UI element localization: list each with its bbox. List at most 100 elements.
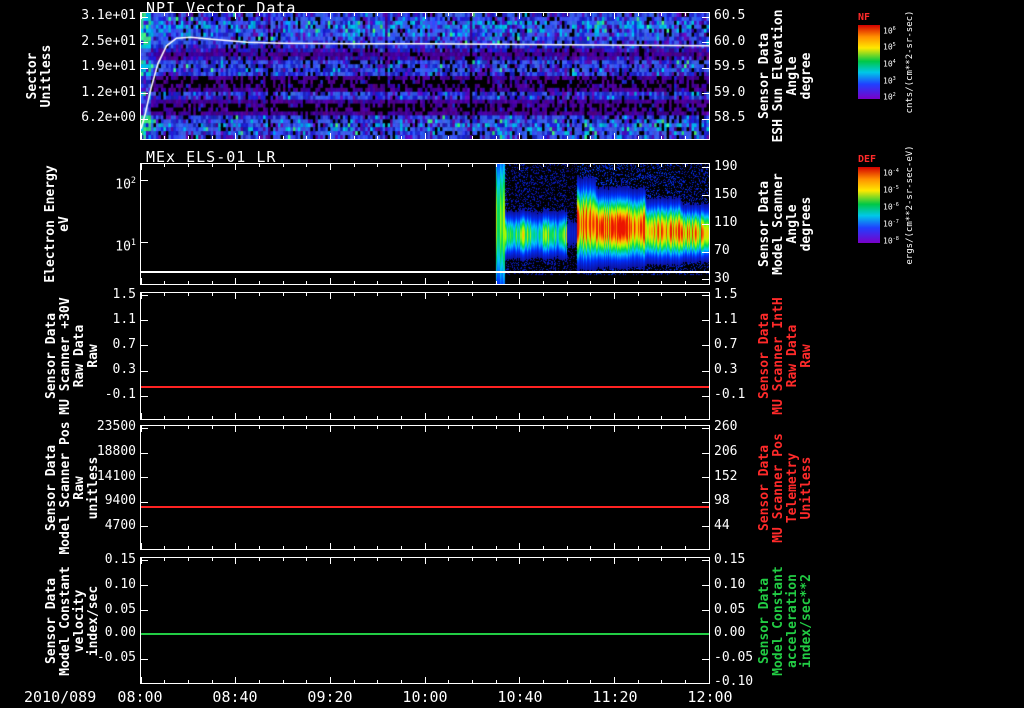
x-tick-mark: [377, 546, 379, 549]
x-tick-mark: [282, 136, 284, 139]
x-tick-mark: [613, 278, 615, 284]
x-tick-mark: [306, 680, 308, 683]
colorbar-tick-label: 106: [883, 25, 896, 36]
y-tick-label: 3.1e+01: [81, 8, 136, 24]
def-colorbar-gradient: [858, 167, 880, 243]
left-axis-title-line: Model Scanner Pos: [58, 420, 73, 555]
right-axis-title-line: Sensor Data: [757, 444, 772, 531]
x-tick-mark: [471, 293, 473, 296]
y-tick-mark: [141, 93, 148, 95]
x-tick-mark: [282, 416, 284, 419]
x-tick-mark: [566, 558, 568, 561]
x-tick-mark: [424, 426, 426, 432]
x-tick-label: 12:00: [687, 688, 733, 706]
x-tick-mark: [377, 136, 379, 139]
y-tick-mark: [702, 93, 709, 95]
x-tick-mark: [306, 416, 308, 419]
x-tick-mark: [353, 680, 355, 683]
y-tick-mark: [702, 395, 709, 397]
y-tick-mark: [702, 16, 709, 18]
y-tick-label: 0.15: [714, 551, 746, 567]
x-tick-mark: [495, 13, 497, 16]
x-tick-mark: [566, 416, 568, 419]
x-tick-mark: [637, 136, 639, 139]
x-tick-mark: [495, 546, 497, 549]
x-tick-mark: [377, 558, 379, 561]
y-tick-mark: [141, 295, 148, 297]
colorbar-tick-label: 10-7: [883, 219, 899, 229]
right-axis-title: Sensor Data Model Constant acceleration ind…: [757, 566, 814, 676]
right-axis-title-line: acceleration: [785, 573, 800, 668]
y-tick-mark: [141, 560, 148, 561]
def-colorbar: [858, 167, 880, 243]
x-tick-mark: [590, 416, 592, 419]
left-axis-title-line: eV: [57, 216, 72, 232]
y-tick-mark: [702, 279, 709, 281]
x-tick-mark: [353, 281, 355, 284]
y-tick-mark: [141, 242, 148, 244]
x-tick-mark: [400, 164, 402, 167]
x-tick-mark: [566, 136, 568, 139]
x-tick-mark: [258, 558, 260, 561]
x-tick-mark: [448, 281, 450, 284]
x-tick-mark: [235, 543, 237, 549]
y-tick-mark: [702, 452, 709, 454]
x-tick-mark: [637, 281, 639, 284]
left-axis-title-line: MU Scanner +30V: [58, 297, 73, 415]
data-line: [141, 505, 709, 508]
y-tick-mark: [702, 195, 709, 197]
x-tick-mark: [306, 426, 308, 429]
right-axis-title-line: Unitless: [799, 456, 814, 519]
x-tick-mark: [637, 546, 639, 549]
x-tick-mark: [424, 13, 426, 19]
x-tick-mark: [329, 558, 331, 564]
x-tick-mark: [164, 164, 166, 167]
right-axis-title-line: Raw: [799, 344, 814, 368]
x-tick-mark: [282, 281, 284, 284]
x-tick-mark: [235, 133, 237, 139]
x-tick-mark: [211, 293, 213, 296]
x-tick-mark: [187, 281, 189, 284]
x-tick-mark: [258, 416, 260, 419]
x-tick-mark: [542, 293, 544, 296]
x-tick-mark: [590, 136, 592, 139]
colorbar-tick-label: 10-8: [883, 236, 899, 246]
x-tick-mark: [400, 558, 402, 561]
x-tick-mark: [187, 558, 189, 561]
x-tick-mark: [495, 281, 497, 284]
x-tick-mark: [424, 558, 426, 564]
y-tick-mark: [702, 320, 709, 322]
x-tick-mark: [519, 164, 521, 170]
left-axis-title-line: velocity: [72, 589, 87, 652]
x-tick-mark: [661, 164, 663, 167]
x-tick-mark: [684, 136, 686, 139]
y-tick-mark: [702, 526, 709, 528]
x-tick-mark: [282, 13, 284, 16]
left-axis-title-line: Sensor Data: [44, 312, 59, 400]
x-tick-mark: [282, 680, 284, 683]
x-tick-mark: [211, 416, 213, 419]
right-axis-title-line: Model Scanner: [771, 173, 786, 275]
x-tick-mark: [471, 558, 473, 561]
x-tick-mark: [566, 13, 568, 16]
x-tick-mark: [235, 677, 237, 683]
right-axis-title-line: ESH Sun Elevation: [771, 9, 786, 143]
x-tick-mark: [637, 13, 639, 16]
x-tick-mark: [211, 136, 213, 139]
x-tick-mark: [306, 546, 308, 549]
x-tick-mark: [590, 13, 592, 16]
left-axis-title-line: Raw: [86, 344, 101, 368]
x-tick-mark: [187, 164, 189, 167]
x-tick-mark: [377, 164, 379, 167]
y-tick-mark: [141, 370, 148, 372]
x-tick-mark: [377, 13, 379, 16]
right-axis-title-line: Raw Data: [785, 324, 800, 388]
science-plot-page: NPI Vector Data MEx ELS-01 LR 2010/089 3…: [0, 0, 1024, 708]
left-axis-title-line: Sensor Data: [44, 444, 59, 531]
x-tick-mark: [282, 164, 284, 167]
y-tick-mark: [702, 370, 709, 372]
x-tick-mark: [424, 164, 426, 170]
y-tick-mark: [141, 452, 148, 454]
x-tick-mark: [141, 426, 142, 432]
x-tick-mark: [141, 543, 142, 549]
